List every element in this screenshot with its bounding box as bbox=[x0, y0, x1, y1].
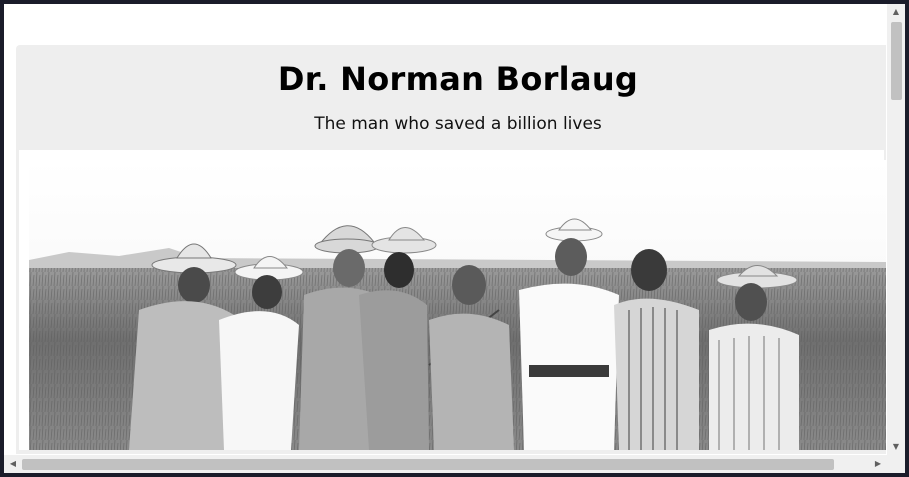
chevron-right-icon[interactable]: ▶ bbox=[872, 459, 884, 469]
vertical-scroll-thumb[interactable] bbox=[891, 22, 902, 100]
chevron-left-icon[interactable]: ◀ bbox=[7, 459, 19, 469]
chevron-up-icon[interactable]: ▲ bbox=[890, 7, 902, 17]
chevron-down-icon[interactable]: ▼ bbox=[890, 442, 902, 452]
page-subtitle: The man who saved a billion lives bbox=[314, 114, 602, 134]
scrollbar-corner bbox=[887, 455, 905, 473]
horizontal-scroll-thumb[interactable] bbox=[22, 459, 834, 470]
page-title: Dr. Norman Borlaug bbox=[277, 60, 639, 98]
vertical-scrollbar[interactable]: ▲ ▼ bbox=[887, 4, 905, 455]
browser-window: Dr. Norman Borlaug The man who saved a b… bbox=[4, 4, 905, 473]
horizontal-scrollbar[interactable]: ◀ ▶ bbox=[4, 455, 887, 473]
page-viewport: Dr. Norman Borlaug The man who saved a b… bbox=[4, 4, 886, 454]
tribute-photo bbox=[29, 160, 886, 450]
tribute-image-container bbox=[19, 150, 886, 450]
